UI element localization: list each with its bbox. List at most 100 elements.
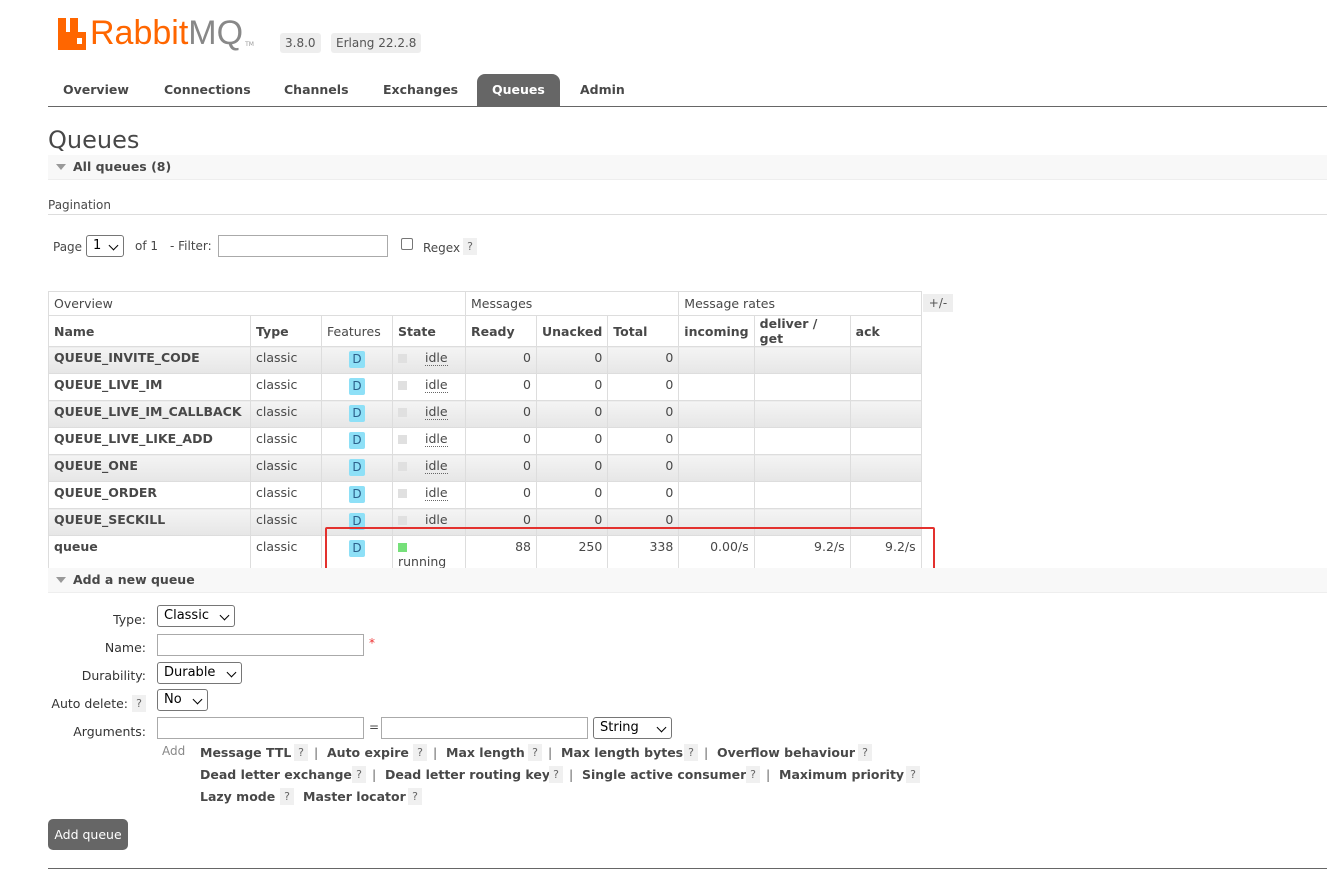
maximum-priority-help-icon[interactable]: ? [906,766,920,783]
state-indicator-icon [398,408,407,417]
auto-delete-label: Auto delete: [51,696,128,711]
message-ttl-help-icon[interactable]: ? [294,744,308,761]
state-cell: idle [392,346,466,374]
argument-key-input[interactable] [157,717,364,739]
argument-type-select[interactable]: String [593,717,672,739]
arg-overflow-behaviour-link[interactable]: Overflow behaviour [717,745,855,760]
overflow-behaviour-help-icon[interactable]: ? [858,744,872,761]
argument-value-input[interactable] [381,717,588,739]
unacked-cell: 0 [535,346,609,374]
state-cell: idle [392,454,466,482]
tab-exchanges[interactable]: Exchanges [368,74,473,106]
lazy-mode-help-icon[interactable]: ? [280,788,294,805]
add-queue-button[interactable]: Add queue [48,819,128,850]
features-cell: D [321,427,393,455]
incoming-cell [678,427,755,455]
tab-overview[interactable]: Overview [48,74,144,106]
arg-dead-letter-routing-key-link[interactable]: Dead letter routing key [385,767,550,782]
type-cell: classic [250,373,322,401]
state-label: idle [425,404,448,420]
col-header-ready[interactable]: Ready [465,315,537,347]
table-row: QUEUE_LIVE_IM classic Didle 0 0 0 [48,373,922,401]
type-cell: classic [250,346,322,374]
max-length-help-icon[interactable]: ? [528,744,542,761]
page-select[interactable]: 1 [86,235,124,257]
dead-letter-exchange-help-icon[interactable]: ? [352,766,366,783]
state-indicator-icon [398,516,407,525]
tab-channels[interactable]: Channels [269,74,364,106]
add-queue-section-toggle[interactable]: Add a new queue [48,568,1327,593]
queue-name-link[interactable]: QUEUE_ORDER [48,481,251,509]
durable-badge: D [349,351,365,368]
arg-message-ttl-link[interactable]: Message TTL [200,745,291,760]
auto-delete-select[interactable]: No [157,689,208,711]
chevron-down-icon [226,667,237,678]
unacked-cell: 0 [535,373,609,401]
arg-master-locator-link[interactable]: Master locator [303,789,406,804]
brand-name: RabbitMQ [90,14,244,52]
queue-name-link[interactable]: QUEUE_LIVE_IM [48,373,251,401]
table-row: QUEUE_ONE classic Didle 0 0 0 [48,454,922,482]
regex-help-icon[interactable]: ? [463,238,477,255]
state-indicator-icon [398,462,407,471]
equals-sign: = [369,720,380,734]
queue-name-link[interactable]: QUEUE_LIVE_IM_CALLBACK [48,400,251,428]
regex-checkbox[interactable] [401,238,413,250]
chevron-down-icon [108,240,119,251]
filter-input[interactable] [218,235,388,257]
rabbitmq-logo[interactable]: RabbitMQ TM [58,14,254,50]
tab-admin[interactable]: Admin [565,74,640,106]
state-cell: idle [392,373,466,401]
columns-toggle-button[interactable]: +/- [923,294,953,312]
col-header-total[interactable]: Total [607,315,680,347]
pagination-heading: Pagination [48,198,111,212]
queue-name-link[interactable]: QUEUE_ONE [48,454,251,482]
auto-delete-help-icon[interactable]: ? [132,695,146,712]
separator: | [704,745,709,760]
group-header-messages: Messages [464,291,680,316]
all-queues-section-toggle[interactable]: All queues (8) [48,155,1327,180]
auto-expire-help-icon[interactable]: ? [413,744,427,761]
col-header-name[interactable]: Name [48,315,251,347]
state-indicator-icon [398,381,407,390]
arg-max-length-bytes-link[interactable]: Max length bytes [561,745,683,760]
deliver-cell [753,373,851,401]
master-locator-help-icon[interactable]: ? [408,788,422,805]
table-row: QUEUE_ORDER classic Didle 0 0 0 [48,481,922,509]
arg-single-active-consumer-link[interactable]: Single active consumer [582,767,746,782]
col-header-state[interactable]: State [392,315,466,347]
arg-auto-expire-link[interactable]: Auto expire [327,745,409,760]
col-header-ack[interactable]: ack [849,315,922,347]
incoming-cell [678,454,755,482]
durability-select[interactable]: Durable [157,662,242,684]
arg-lazy-mode-link[interactable]: Lazy mode [200,789,275,804]
queue-name-link[interactable]: queue [48,535,251,570]
arg-dead-letter-exchange-link[interactable]: Dead letter exchange [200,767,352,782]
queue-name-link[interactable]: QUEUE_SECKILL [48,508,251,536]
col-header-type[interactable]: Type [250,315,322,347]
queue-name-link[interactable]: QUEUE_INVITE_CODE [48,346,251,374]
queue-type-select[interactable]: Classic [157,605,235,627]
single-active-consumer-help-icon[interactable]: ? [746,766,760,783]
dead-letter-routing-key-help-icon[interactable]: ? [549,766,563,783]
page-count: of 1 [135,239,159,253]
col-header-incoming[interactable]: incoming [678,315,755,347]
queue-name-link[interactable]: QUEUE_LIVE_LIKE_ADD [48,427,251,455]
filter-label: - Filter: [170,239,212,253]
ack-cell [849,346,922,374]
arguments-label: Arguments: [73,724,146,739]
col-header-deliver-get[interactable]: deliver / get [753,315,851,347]
arg-maximum-priority-link[interactable]: Maximum priority [779,767,904,782]
state-indicator-icon [398,489,407,498]
state-label: idle [425,350,448,366]
chevron-down-icon [219,610,230,621]
tab-connections[interactable]: Connections [149,74,266,106]
col-header-unacked[interactable]: Unacked [535,315,609,347]
group-header-message-rates: Message rates [678,291,922,316]
arg-max-length-link[interactable]: Max length [446,745,525,760]
queue-name-input[interactable] [157,634,364,656]
max-length-bytes-help-icon[interactable]: ? [684,744,698,761]
tab-queues[interactable]: Queues [477,74,560,106]
ready-cell: 0 [465,454,537,482]
deliver-cell [753,346,851,374]
